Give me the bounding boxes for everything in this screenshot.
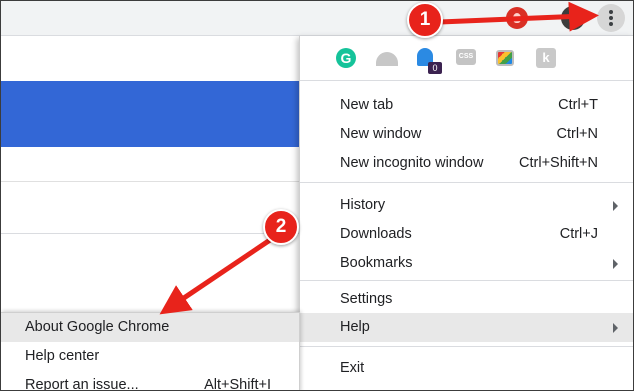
menu-item-label: Bookmarks (340, 255, 413, 271)
browser-window: G 0 CSS k New tab Ctrl+T New window Ctrl… (0, 0, 634, 391)
css-icon[interactable]: CSS (456, 49, 476, 65)
submenu-item-label: Report an issue... (25, 377, 139, 391)
menu-item-new-window[interactable]: New window Ctrl+N (300, 120, 633, 149)
red-extension-icon[interactable] (506, 7, 528, 29)
submenu-arrow-icon (613, 201, 618, 211)
rainbow-icon[interactable] (496, 50, 514, 66)
chrome-main-menu: G 0 CSS k New tab Ctrl+T New window Ctrl… (299, 36, 633, 390)
menu-item-label: Downloads (340, 226, 412, 242)
menu-item-shortcut: Ctrl+N (556, 126, 599, 142)
kebab-menu-icon[interactable] (597, 4, 625, 32)
menu-item-label: History (340, 197, 386, 213)
profile-avatar[interactable] (561, 6, 585, 30)
step-2-callout: 2 (263, 209, 299, 245)
menu-item-label: New tab (340, 97, 394, 113)
submenu-item-shortcut: Alt+Shift+I (204, 377, 271, 391)
submenu-item-about-google-chrome[interactable]: About Google Chrome (1, 313, 299, 342)
menu-item-settings[interactable]: Settings (300, 285, 633, 314)
k-icon[interactable]: k (536, 48, 556, 68)
menu-item-label: Help (340, 319, 370, 335)
menu-item-shortcut: Ctrl+J (559, 226, 598, 242)
menu-item-history[interactable]: History (300, 191, 633, 220)
menu-item-shortcut: Ctrl+T (558, 97, 598, 113)
menu-item-help[interactable]: Help (300, 313, 633, 342)
menu-separator (300, 182, 633, 183)
submenu-arrow-icon (613, 259, 618, 269)
ghostery-badge: 0 (428, 62, 442, 74)
extensions-row: G 0 CSS k (300, 36, 633, 80)
submenu-item-label: About Google Chrome (25, 319, 170, 335)
menu-item-new-tab[interactable]: New tab Ctrl+T (300, 91, 633, 120)
menu-separator (300, 346, 633, 347)
arc-icon[interactable] (376, 52, 398, 66)
menu-item-exit[interactable]: Exit (300, 354, 633, 383)
menu-item-label: New incognito window (340, 155, 484, 171)
browser-toolbar (1, 1, 633, 36)
submenu-item-help-center[interactable]: Help center (1, 342, 299, 371)
grammarly-icon[interactable]: G (336, 48, 356, 68)
menu-item-label: Exit (340, 360, 365, 376)
help-submenu: About Google Chrome Help center Report a… (1, 312, 300, 391)
step-1-callout: 1 (407, 2, 443, 38)
menu-item-label: Settings (340, 291, 393, 307)
menu-separator (300, 280, 633, 281)
submenu-item-report-issue[interactable]: Report an issue... Alt+Shift+I (1, 371, 299, 391)
menu-item-label: New window (340, 126, 422, 142)
menu-item-new-incognito-window[interactable]: New incognito window Ctrl+Shift+N (300, 149, 633, 178)
submenu-item-label: Help center (25, 348, 100, 364)
menu-item-bookmarks[interactable]: Bookmarks (300, 249, 633, 278)
menu-separator (300, 80, 633, 81)
menu-item-shortcut: Ctrl+Shift+N (519, 155, 598, 171)
menu-item-downloads[interactable]: Downloads Ctrl+J (300, 220, 633, 249)
submenu-arrow-icon (613, 323, 618, 333)
